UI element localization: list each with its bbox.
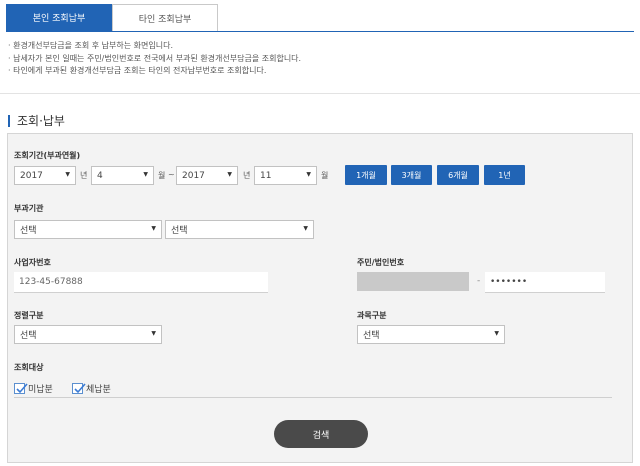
checkbox-unpaid[interactable]: 미납분 [14,382,53,395]
agency-select-2-value: 선택 [171,226,188,236]
tab-other-payment[interactable]: 타인 조회납부 [112,4,218,31]
guide-notes: · 환경개선부담금을 조회 후 납부하는 화면입니다. · 납세자가 본인 일때… [8,40,628,78]
checkbox-unpaid-label: 미납분 [28,385,53,395]
section-title: 조회·납부 [8,112,65,129]
checkbox-checked-icon [72,383,86,394]
tax-type-select[interactable]: 선택 ▼ [357,325,505,344]
chevron-down-icon: ▼ [151,225,156,232]
checkbox-overdue-label: 체납분 [86,385,111,395]
resident-no-dash: - [477,276,481,286]
business-no-label: 사업자번호 [14,258,51,267]
range-tilde: ~ [168,170,175,179]
chevron-down-icon: ▼ [494,330,499,337]
from-month-select[interactable]: 4 ▼ [91,166,154,185]
period-3month-button[interactable]: 3개월 [391,165,432,185]
chevron-down-icon: ▼ [306,171,311,178]
to-year-value: 2017 [182,170,205,181]
to-month-select[interactable]: 11 ▼ [254,166,317,185]
year-unit: 년 [80,171,88,180]
chevron-down-icon: ▼ [151,330,156,337]
resident-no-front-input[interactable] [357,272,469,291]
agency-label: 부과기관 [14,204,44,213]
resident-no-back-input[interactable]: ••••••• [485,272,605,293]
guide-note: · 환경개선부담금을 조회 후 납부하는 화면입니다. [8,41,173,50]
from-year-value: 2017 [20,170,43,181]
business-no-input[interactable]: 123-45-67888 [14,272,268,293]
tab-self-payment[interactable]: 본인 조회납부 [6,4,112,31]
resident-no-label: 주민/법인번호 [357,258,405,267]
chevron-down-icon: ▼ [227,171,232,178]
tax-type-label: 과목구분 [357,311,387,320]
checkbox-overdue[interactable]: 체납분 [72,382,111,395]
checkbox-checked-icon [14,383,28,394]
from-month-value: 4 [97,170,103,181]
period-1month-button[interactable]: 1개월 [345,165,387,185]
month-unit: 월 [158,171,166,180]
to-year-select[interactable]: 2017 ▼ [176,166,238,185]
guide-note: · 납세자가 본인 일때는 주민/법인번호로 전국에서 부과된 환경개선부담금을… [8,53,302,63]
month-unit: 월 [321,171,329,180]
tab-bar: 본인 조회납부 타인 조회납부 [6,4,218,31]
title-accent-bar [8,114,10,127]
fine-type-value: 선택 [20,331,37,341]
period-label: 조회기간(부과연월) [14,151,81,160]
fine-type-select[interactable]: 선택 ▼ [14,325,162,344]
fine-type-label: 정렬구분 [14,311,44,320]
period-1year-button[interactable]: 1년 [484,165,525,185]
chevron-down-icon: ▼ [65,171,70,178]
period-6month-button[interactable]: 6개월 [437,165,479,185]
section-title-text: 조회·납부 [17,114,65,128]
search-button[interactable]: 검색 [274,420,368,448]
target-label: 조회대상 [14,363,44,372]
guide-note: · 타인에게 부과된 환경개선부담금 조회는 타인의 전자납부번호로 조회합니다… [8,66,267,75]
agency-select-1[interactable]: 선택 ▼ [14,220,162,239]
chevron-down-icon: ▼ [303,225,308,232]
to-month-value: 11 [260,170,272,181]
chevron-down-icon: ▼ [143,171,148,178]
tab-underline [6,31,634,32]
divider [0,93,640,94]
agency-select-1-value: 선택 [20,226,37,236]
divider [14,397,612,398]
agency-select-2[interactable]: 선택 ▼ [165,220,314,239]
from-year-select[interactable]: 2017 ▼ [14,166,76,185]
tax-type-value: 선택 [363,331,380,341]
year-unit: 년 [243,171,251,180]
